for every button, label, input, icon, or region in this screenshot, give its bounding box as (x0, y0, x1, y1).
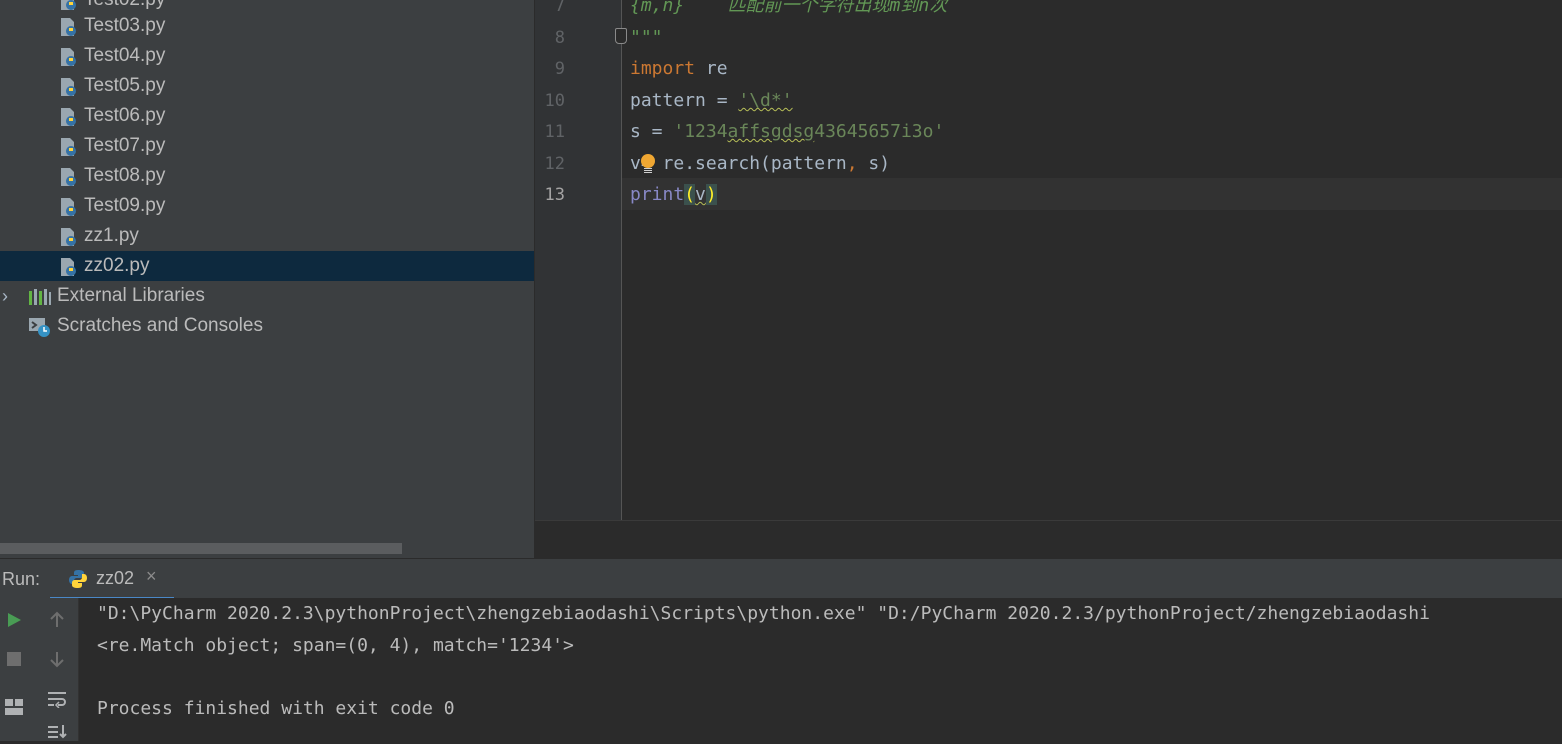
close-icon[interactable]: × (146, 566, 157, 587)
current-line-highlight (622, 178, 1562, 210)
fold-marker-icon[interactable] (615, 28, 627, 44)
line-number: 10 (544, 91, 565, 111)
tree-item-test08[interactable]: Test08.py (0, 161, 534, 191)
python-file-icon (61, 18, 76, 36)
python-file-icon (61, 228, 76, 246)
tree-item-test03[interactable]: Test03.py (0, 11, 534, 41)
brace-match: ( (684, 184, 696, 205)
code-text: s) (857, 153, 891, 174)
code-line-13: print(v) (630, 179, 717, 211)
stop-icon[interactable] (1, 646, 27, 672)
code-line-10: pattern = '\d*' (630, 85, 793, 117)
line-number: 8 (554, 28, 565, 48)
line-number-current: 13 (544, 185, 565, 205)
tree-item-label: Test06.py (84, 105, 166, 126)
tree-item-label: Scratches and Consoles (57, 315, 263, 336)
tree-item-label: Test09.py (84, 195, 166, 216)
python-file-icon (61, 0, 76, 10)
python-file-icon (61, 78, 76, 96)
run-tab-zz02[interactable]: zz02 × (50, 559, 174, 600)
line-number-gutter: 7 8 9 10 11 12 13 (535, 0, 621, 520)
console-line-exit: Process finished with exit code 0 (97, 698, 455, 719)
run-label: Run: (2, 569, 41, 589)
scratches-icon (29, 318, 50, 337)
builtin-function: print (630, 184, 685, 205)
play-icon[interactable] (1, 607, 27, 633)
python-file-icon (61, 198, 76, 216)
gutter-separator (621, 0, 622, 520)
tree-item-label: zz1.py (84, 225, 139, 246)
tree-item-label: Test04.py (84, 45, 166, 66)
code-line-8: """ (630, 22, 663, 54)
lightbulb-base (644, 168, 652, 174)
python-file-icon (61, 258, 76, 276)
tree-item-test09[interactable]: Test09.py (0, 191, 534, 221)
run-tab-label: zz02 (96, 568, 135, 588)
docstring-text: {m,n} 匹配前一个字符出现m到n次 (630, 0, 948, 16)
python-file-icon (61, 48, 76, 66)
tree-item-test07[interactable]: Test07.py (0, 131, 534, 161)
tree-item-zz02[interactable]: zz02.py (0, 251, 534, 281)
editor-footer (535, 520, 1562, 559)
arrow-down-icon[interactable] (44, 646, 70, 672)
string-literal: '\d*' (738, 90, 793, 111)
tree-item-scratches[interactable]: Scratches and Consoles (0, 311, 534, 341)
tree-item-label: Test08.py (84, 165, 166, 186)
string-literal: '1234 (673, 121, 728, 142)
layout-icon[interactable] (1, 694, 27, 720)
tree-item-external-libraries[interactable]: › External Libraries (0, 281, 534, 311)
code-line-7: {m,n} 匹配前一个字符出现m到n次 (630, 0, 947, 22)
line-number: 7 (554, 0, 565, 16)
tree-item-label: External Libraries (57, 285, 205, 306)
console-line-command: "D:\PyCharm 2020.2.3\pythonProject\zheng… (97, 603, 1430, 624)
string-literal-typo: affsgdsg (727, 121, 815, 142)
tree-item-test05[interactable]: Test05.py (0, 71, 534, 101)
python-file-icon (61, 168, 76, 186)
library-bars-icon (29, 289, 51, 305)
run-console[interactable]: "D:\PyCharm 2020.2.3\pythonProject\zheng… (79, 598, 1562, 741)
code-text: s = (630, 121, 674, 142)
arrow-up-icon[interactable] (44, 607, 70, 633)
code-line-12: v= re.search(pattern, s) (630, 148, 890, 180)
horizontal-scrollbar[interactable] (0, 543, 402, 554)
line-number: 9 (554, 59, 565, 79)
python-file-icon (61, 108, 76, 126)
python-icon (69, 570, 87, 588)
comma: , (846, 153, 858, 174)
code-text: = re.search(pattern (640, 153, 847, 174)
keyword: import (630, 58, 696, 79)
code-line-9: import re (630, 53, 728, 85)
tree-item-label: Test05.py (84, 75, 166, 96)
code-line-11: s = '1234affsgdsg43645657i3o' (630, 116, 944, 148)
code-text: v (630, 153, 641, 174)
run-tool-window-header: Run: zz02 × (0, 558, 1562, 600)
brace-match: ) (705, 184, 717, 205)
code-text: v (695, 184, 706, 205)
code-text: pattern = (630, 90, 739, 111)
lightbulb-icon[interactable] (641, 154, 655, 168)
tree-item-test04[interactable]: Test04.py (0, 41, 534, 71)
docstring-close: """ (630, 27, 663, 48)
soft-wrap-icon[interactable] (44, 686, 70, 712)
code-text: re (695, 58, 728, 79)
scroll-to-end-icon[interactable] (44, 718, 70, 744)
string-literal: 43645657i3o' (814, 121, 945, 142)
console-line-result: <re.Match object; span=(0, 4), match='12… (97, 635, 574, 656)
tree-item-zz1[interactable]: zz1.py (0, 221, 534, 251)
code-editor[interactable]: 7 8 9 10 11 12 13 {m,n} 匹配前一个字符出现m到n次 ""… (535, 0, 1562, 520)
tree-item-label: zz02.py (84, 255, 150, 276)
python-file-icon (61, 138, 76, 156)
line-number: 11 (544, 122, 565, 142)
project-tool-window: Test02.py Test03.py Test04.py Test05.py … (0, 0, 534, 558)
line-number: 12 (544, 154, 565, 174)
tree-item-test06[interactable]: Test06.py (0, 101, 534, 131)
tree-item-label: Test07.py (84, 135, 166, 156)
run-toolbar (0, 598, 79, 741)
tree-item-label: Test03.py (84, 15, 166, 36)
chevron-right-icon[interactable]: › (2, 281, 8, 311)
